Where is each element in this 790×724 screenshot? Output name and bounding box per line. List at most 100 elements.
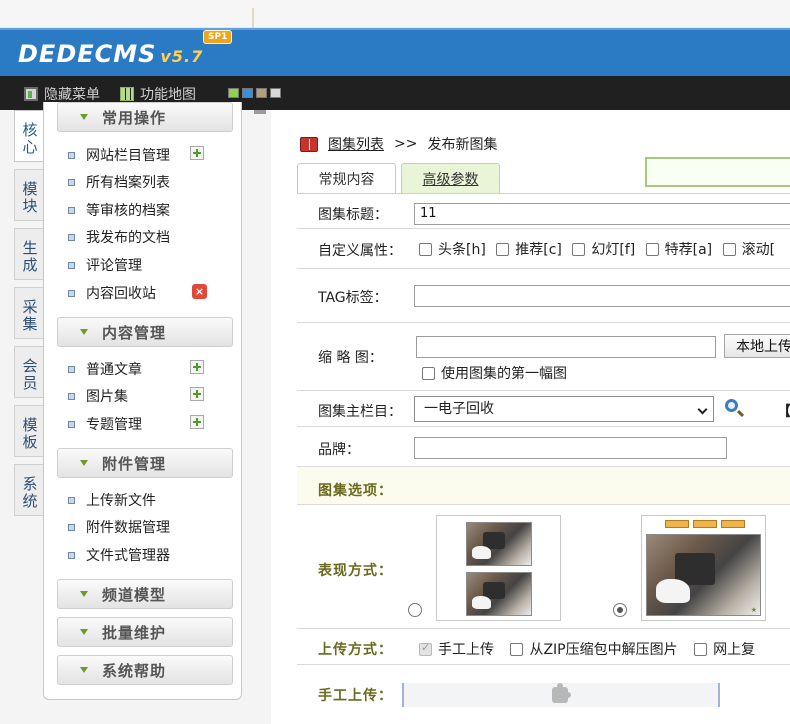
chevron-down-icon [80,329,88,335]
menu-item-file-manager[interactable]: 文件式管理器 [68,544,228,566]
header-banner: DEDECMS v5.7 [0,28,790,76]
section-title: 图集选项： [318,483,393,499]
breadcrumb-link-image-list[interactable]: 图集列表 [328,134,384,154]
sp1-badge: SP1 [203,30,233,44]
search-icon[interactable] [725,399,738,412]
breadcrumb-current: 发布新图集 [427,137,498,153]
title-input[interactable]: 11 [414,203,790,225]
bullet-icon [68,365,75,373]
row-main-column: 图集主栏目： 一电子回收 【 [297,391,790,427]
menu-item-image-set[interactable]: 图片集 [68,385,228,407]
skin-swatch-brown[interactable] [256,88,267,98]
add-icon[interactable] [190,360,204,374]
bracket-text: 【 [777,404,790,420]
book-icon [300,136,318,152]
top-right-panel [645,157,790,187]
menu-item-recycle[interactable]: 内容回收站 × [68,282,228,304]
menu-item-all-archives[interactable]: 所有档案列表 [68,171,228,193]
menu-item-attach-data[interactable]: 附件数据管理 [68,516,228,538]
manual-upload-label: 手工上传： [318,688,393,704]
menu-item-comments[interactable]: 评论管理 [68,254,228,276]
thumbnail-input[interactable] [416,336,716,358]
use-first-image-checkbox[interactable] [422,367,435,380]
brand-input[interactable] [414,437,727,459]
flag-headline[interactable]: 头条[h] [419,242,486,258]
menu-item-topics[interactable]: 专题管理 [68,413,228,435]
skin-swatch-green[interactable] [228,88,239,98]
menu-item-upload-file[interactable]: 上传新文件 [68,489,228,511]
flag-recommend[interactable]: 推荐[c] [496,242,562,258]
display-mode-radio-list[interactable] [408,603,422,617]
row-display-mode: 表现方式： ★ [297,505,790,629]
skin-swatches [228,88,281,98]
add-icon[interactable] [190,146,204,160]
group-batch[interactable]: 批量维护 [57,617,233,647]
tab-normal[interactable]: 常规内容 [297,163,396,193]
panel-splitter[interactable] [252,110,270,724]
local-upload-button[interactable]: 本地上传 [724,334,790,358]
chevron-down-icon [80,629,88,635]
side-tab-member[interactable]: 会员 [14,346,44,398]
bullet-icon [68,261,75,269]
bullet-icon [68,206,75,214]
chevron-down-icon [697,404,708,415]
add-icon[interactable] [190,387,204,401]
left-menu-panel: 常用操作 网站栏目管理 所有档案列表 等审核的档案 我发布的文档 评论管理 内容… [43,102,242,700]
row-brand: 品牌： [297,427,790,467]
clear-recycle-icon[interactable]: × [192,284,207,299]
bullet-icon [68,551,75,559]
hide-menu-button[interactable]: 隐藏菜单 [24,84,100,104]
side-tab-generate[interactable]: 生成 [14,228,44,280]
side-tab-core[interactable]: 核心 [14,110,44,162]
add-icon[interactable] [190,415,204,429]
upload-manual-option[interactable]: 手工上传 [419,641,506,658]
side-tab-module[interactable]: 模块 [14,169,44,221]
display-mode-radio-slide[interactable] [613,603,627,617]
brand-label: 品牌： [318,442,360,458]
bullet-icon [68,420,75,428]
main-column-label: 图集主栏目： [318,404,402,420]
bullet-icon [68,289,75,297]
upload-web-option[interactable]: 网上复 [694,642,755,658]
hide-menu-label: 隐藏菜单 [44,87,100,103]
manual-upload-plugin[interactable] [402,683,720,707]
display-mode-preview-slide: ★ [641,515,766,621]
upload-zip-option[interactable]: 从ZIP压缩包中解压图片 [510,642,689,658]
tab-advanced[interactable]: 高级参数 [401,163,500,193]
side-tab-collect[interactable]: 采集 [14,287,44,339]
menu-item-pending-archives[interactable]: 等审核的档案 [68,199,228,221]
chevron-down-icon [80,591,88,597]
row-flags: 自定义属性： 头条[h] 推荐[c] 幻灯[f] 特荐[a] 滚动[ [297,229,790,269]
bullet-icon [68,523,75,531]
flag-special[interactable]: 特荐[a] [645,242,712,258]
group-common[interactable]: 常用操作 [57,102,233,132]
chevron-down-icon [80,114,88,120]
row-manual-upload: 手工上传： [297,665,790,724]
site-map-button[interactable]: 功能地图 [120,84,196,104]
bullet-icon [68,392,75,400]
row-upload-mode: 上传方式： 手工上传 从ZIP压缩包中解压图片 网上复 [297,629,790,665]
menu-item-article[interactable]: 普通文章 [68,358,228,380]
chevron-down-icon [80,667,88,673]
group-content[interactable]: 内容管理 [57,317,233,347]
menu-item-my-docs[interactable]: 我发布的文档 [68,226,228,248]
flags-group: 头条[h] 推荐[c] 幻灯[f] 特荐[a] 滚动[ [419,239,781,259]
display-mode-preview-list [436,515,561,621]
menu-item-column-manage[interactable]: 网站栏目管理 [68,144,228,166]
skin-swatch-gray[interactable] [270,88,281,98]
tag-label: TAG标签： [318,290,388,306]
side-tab-template[interactable]: 模板 [14,405,44,457]
section-image-options: 图集选项： [297,467,790,505]
side-tab-system[interactable]: 系统 [14,464,44,516]
group-channel-model[interactable]: 频道模型 [57,579,233,609]
group-help[interactable]: 系统帮助 [57,655,233,685]
flag-slide[interactable]: 幻灯[f] [572,242,635,258]
flags-label: 自定义属性： [318,243,402,259]
use-first-image-option[interactable]: 使用图集的第一幅图 [422,363,567,383]
main-column-select[interactable]: 一电子回收 [414,396,714,422]
group-attachments[interactable]: 附件管理 [57,448,233,478]
flag-scroll[interactable]: 滚动[ [722,242,775,258]
bullet-icon [68,151,75,159]
skin-swatch-blue[interactable] [242,88,253,98]
tag-input[interactable] [414,285,790,307]
